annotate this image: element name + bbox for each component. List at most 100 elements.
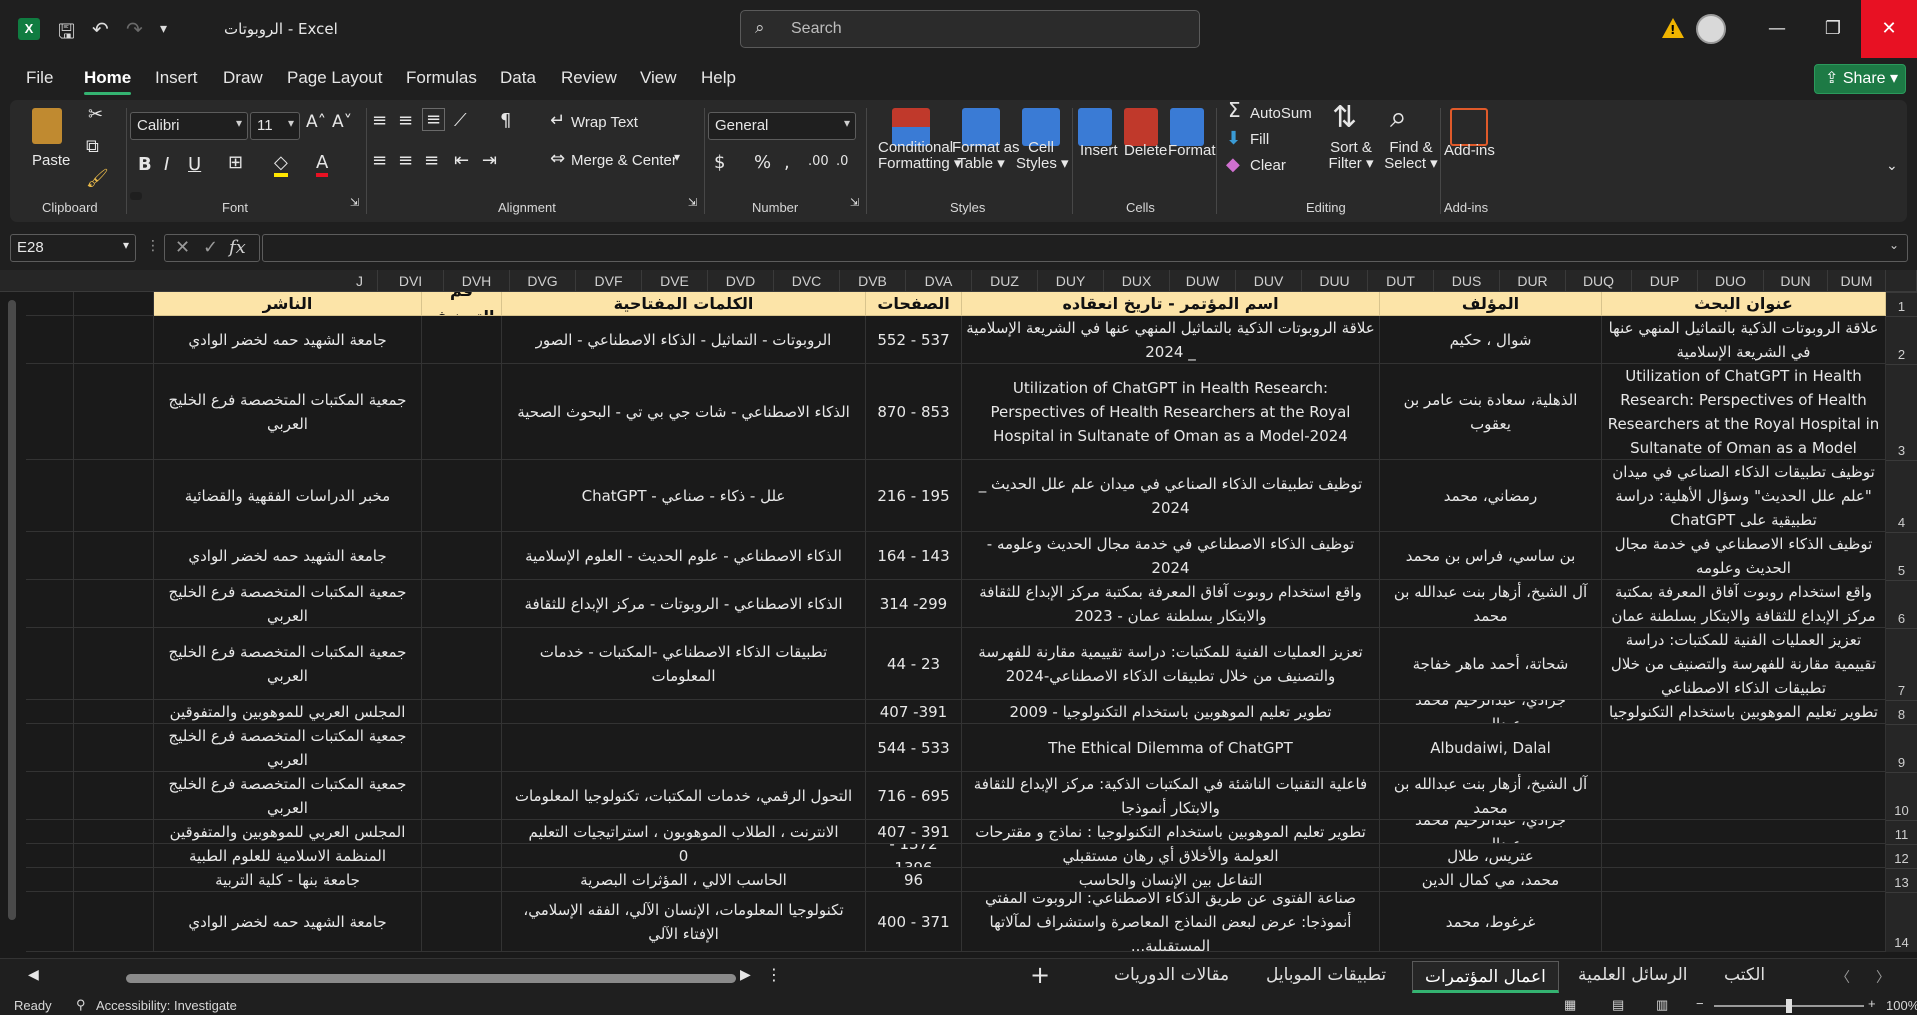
row-header[interactable]: 11 [1886, 820, 1917, 844]
row-header[interactable]: 13 [1886, 868, 1917, 892]
cell-styles-button[interactable]: Cell Styles ▾ [1016, 140, 1069, 172]
scroll-left-icon[interactable]: ◀ [28, 967, 39, 983]
cell-emptye1[interactable] [74, 532, 154, 580]
chevron-down-icon[interactable]: ⌄ [1889, 238, 1899, 252]
increase-decimal-icon[interactable]: .00 [808, 154, 829, 169]
zoom-out-icon[interactable]: − [1696, 996, 1704, 1011]
page-break-view-icon[interactable]: ▥ [1656, 997, 1668, 1013]
cell-emptye2[interactable] [26, 724, 74, 772]
column-header[interactable]: DVB [840, 270, 906, 292]
cell-class[interactable] [422, 892, 502, 952]
font-dialog-launcher-icon[interactable]: ⇲ [350, 196, 359, 209]
chevron-down-icon[interactable]: ▾ [674, 150, 680, 164]
fill-color-icon[interactable]: ◇ [274, 152, 288, 177]
minimize-icon[interactable]: — [1749, 0, 1805, 58]
font-color-icon[interactable]: A [316, 152, 329, 177]
cell-emptye2[interactable] [26, 316, 74, 364]
currency-icon[interactable]: $ [714, 152, 725, 173]
name-box[interactable]: E28 ▾ [10, 234, 136, 262]
copy-icon[interactable]: ⧉ [86, 136, 99, 157]
sheet-tab-books[interactable]: الكتب [1724, 965, 1765, 985]
cell-title[interactable]: علاقة الروبوتات الذكية بالتماثيل المنهي … [1602, 316, 1886, 364]
paste-button[interactable]: Paste [32, 152, 70, 169]
cell-emptye2[interactable] [26, 628, 74, 700]
autosum-icon[interactable]: Σ [1228, 98, 1241, 122]
empty-cell[interactable] [74, 292, 154, 316]
text-direction-icon[interactable]: ¶ [500, 110, 511, 131]
cell-title[interactable]: تطوير تعليم الموهوبين باستخدام التكنولوج… [1602, 700, 1886, 724]
cell-title[interactable]: توظيف الذكاء الاصطناعي في خدمة مجال الحد… [1602, 532, 1886, 580]
cell-keywords[interactable] [502, 700, 866, 724]
align-bottom-icon[interactable]: ≡ [422, 108, 446, 131]
italic-icon[interactable]: I [164, 154, 169, 175]
cut-icon[interactable]: ✂ [88, 104, 103, 125]
column-header[interactable]: J [342, 270, 378, 292]
cell-pages[interactable]: 533 - 544 [866, 724, 962, 772]
cell-title[interactable] [1602, 820, 1886, 844]
column-header[interactable]: DUX [1104, 270, 1170, 292]
cell-emptye1[interactable] [74, 628, 154, 700]
cell-emptye1[interactable] [74, 772, 154, 820]
fill-button[interactable]: Fill [1250, 131, 1269, 148]
decrease-font-icon[interactable]: A˅ [332, 112, 352, 132]
number-format-select[interactable]: General ▾ [708, 112, 856, 140]
cell-conf[interactable]: تطوير تعليم الموهوبين باستخدام التكنولوج… [962, 820, 1380, 844]
column-header[interactable]: DUP [1632, 270, 1698, 292]
tab-page-layout[interactable]: Page Layout [287, 68, 382, 88]
cell-pages[interactable]: 391- 407 [866, 700, 962, 724]
cell-publisher[interactable]: المجلس العربي للموهوبين والمتفوقين [154, 700, 422, 724]
column-header[interactable]: DUV [1236, 270, 1302, 292]
enter-icon[interactable]: ✓ [203, 237, 218, 258]
cell-emptye1[interactable] [74, 892, 154, 952]
column-header[interactable]: DVH [444, 270, 510, 292]
conditional-formatting-button[interactable]: Conditional Formatting ▾ [878, 140, 961, 172]
more-options-icon[interactable]: ⋮ [766, 965, 782, 984]
increase-indent-icon[interactable]: ⇥ [482, 150, 497, 171]
collapse-ribbon-icon[interactable]: ⌄ [1886, 158, 1898, 174]
cell-publisher[interactable]: جمعية المكتبات المتخصصة فرع الخليج العرب… [154, 724, 422, 772]
sort-filter-icon[interactable]: ⇅ [1332, 100, 1357, 135]
increase-font-icon[interactable]: A˄ [306, 112, 326, 132]
zoom-in-icon[interactable]: + [1868, 996, 1876, 1011]
cell-title[interactable] [1602, 772, 1886, 820]
cell-author[interactable]: غرغوط، محمد [1380, 892, 1602, 952]
cell-conf[interactable]: العولمة والأخلاق أي رهان مستقبلي [962, 844, 1380, 868]
save-icon[interactable]: 🖫 [58, 17, 75, 51]
column-header[interactable]: DUM [1828, 270, 1886, 292]
column-header[interactable]: DUQ [1566, 270, 1632, 292]
tab-file[interactable]: File [26, 68, 53, 88]
decrease-indent-icon[interactable]: ⇤ [454, 150, 469, 171]
share-button[interactable]: ⇪ Share ▾ [1814, 64, 1906, 94]
cell-conf[interactable]: The Ethical Dilemma of ChatGPT [962, 724, 1380, 772]
insert-function-icon[interactable]: fx [229, 237, 246, 258]
cell-emptye2[interactable] [26, 700, 74, 724]
cell-keywords[interactable] [502, 724, 866, 772]
cell-emptye2[interactable] [26, 364, 74, 460]
cell-conf[interactable]: توظيف الذكاء الاصطناعي في خدمة مجال الحد… [962, 532, 1380, 580]
cell-pages[interactable]: 96 [866, 868, 962, 892]
wrap-text-icon[interactable]: ↵ [550, 110, 565, 131]
sheet-tab-theses[interactable]: الرسائل العلمية [1578, 965, 1688, 985]
cell-emptye1[interactable] [74, 700, 154, 724]
cell-emptye1[interactable] [74, 364, 154, 460]
cell-author[interactable]: رمضاني، محمد [1380, 460, 1602, 532]
cell-keywords[interactable]: علل - ذكاء - صناعي - ChatGPT [502, 460, 866, 532]
cell-publisher[interactable]: جمعية المكتبات المتخصصة فرع الخليج العرب… [154, 364, 422, 460]
column-header[interactable]: DVC [774, 270, 840, 292]
next-sheet-icon[interactable]: 〉 [1876, 967, 1890, 987]
cell-pages[interactable]: 1372 - 1396 [866, 844, 962, 868]
delete-cells-button[interactable]: Delete [1124, 142, 1167, 159]
cell-author[interactable]: Albudaiwi, Dalal [1380, 724, 1602, 772]
align-center-icon[interactable]: ≡ [398, 150, 413, 171]
customize-quick-access-icon[interactable]: ▾ [160, 21, 167, 37]
column-header[interactable]: DUY [1038, 270, 1104, 292]
cell-keywords[interactable]: الذكاء الاصطناعي - الروبوتات - مركز الإب… [502, 580, 866, 628]
align-middle-icon[interactable]: ≡ [398, 110, 413, 131]
decrease-decimal-icon[interactable]: .0 [836, 154, 848, 169]
row-header[interactable]: 5 [1886, 532, 1917, 580]
column-header[interactable]: DUS [1434, 270, 1500, 292]
cell-emptye1[interactable] [74, 460, 154, 532]
row-header[interactable]: 7 [1886, 628, 1917, 700]
clear-icon[interactable]: ◆ [1226, 154, 1240, 175]
bold-icon[interactable]: B [138, 154, 152, 175]
